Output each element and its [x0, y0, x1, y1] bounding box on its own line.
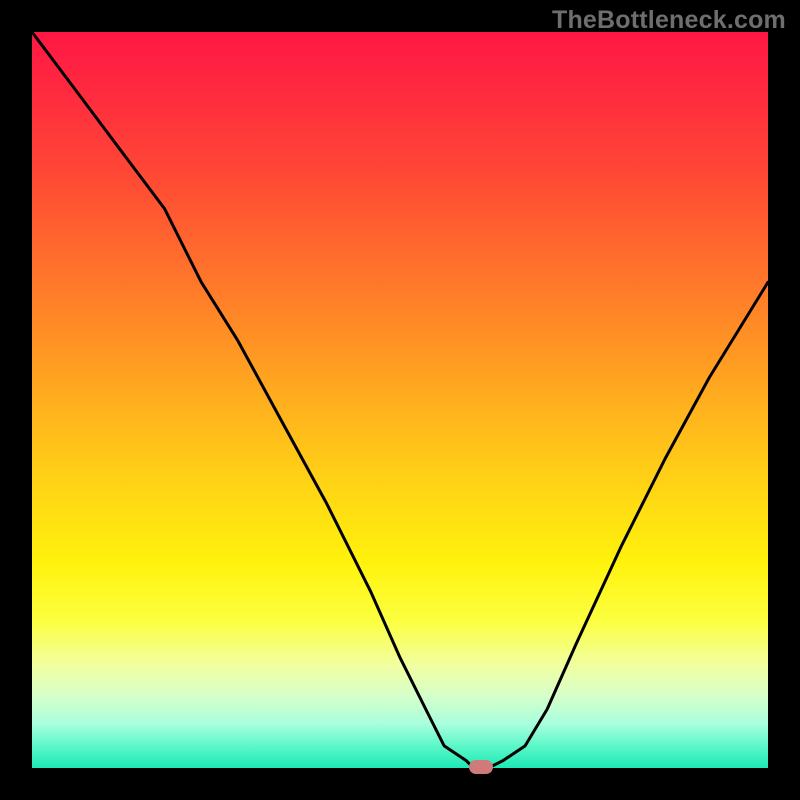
curve-svg	[32, 32, 768, 768]
chart-container: TheBottleneck.com	[0, 0, 800, 800]
plot-area	[32, 32, 768, 768]
optimal-point-marker	[469, 760, 493, 774]
watermark-text: TheBottleneck.com	[552, 6, 786, 35]
bottleneck-curve	[32, 32, 768, 768]
